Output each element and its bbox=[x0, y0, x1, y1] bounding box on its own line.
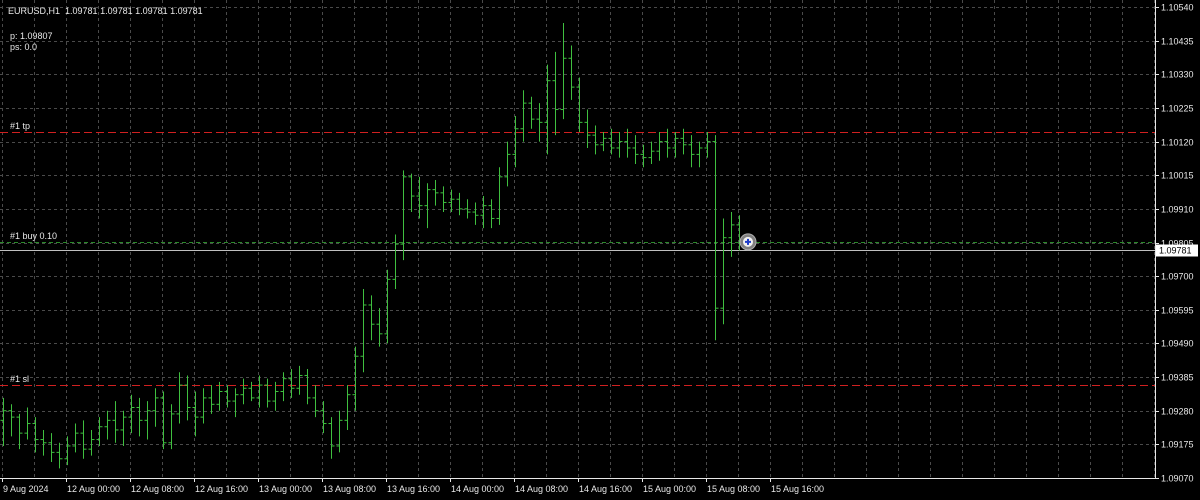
symbol-ohlc-header: EURUSD,H1 1.09781 1.09781 1.09781 1.0978… bbox=[8, 6, 203, 16]
buy-level-label: #1 buy 0.10 bbox=[10, 230, 58, 241]
price-tick-label: 1.10120 bbox=[1161, 138, 1194, 148]
time-tick-label: 15 Aug 16:00 bbox=[771, 484, 824, 494]
current-price-label: 1.09781 bbox=[1159, 246, 1192, 256]
price-tick-label: 1.09910 bbox=[1161, 205, 1194, 215]
time-tick-label: 14 Aug 08:00 bbox=[515, 484, 568, 494]
time-tick-label: 14 Aug 00:00 bbox=[451, 484, 504, 494]
time-tick-label: 14 Aug 16:00 bbox=[579, 484, 632, 494]
time-tick-label: 13 Aug 00:00 bbox=[259, 484, 312, 494]
time-tick-label: 12 Aug 08:00 bbox=[131, 484, 184, 494]
info-p: p: 1.09807 bbox=[10, 31, 53, 41]
price-tick-label: 1.09490 bbox=[1161, 339, 1194, 349]
price-tick-label: 1.09700 bbox=[1161, 272, 1194, 282]
time-tick-label: 15 Aug 00:00 bbox=[643, 484, 696, 494]
price-tick-label: 1.10330 bbox=[1161, 70, 1194, 80]
tp-level-label: #1 tp bbox=[10, 120, 31, 131]
price-tick-label: 1.10540 bbox=[1161, 3, 1194, 13]
time-tick-label: 9 Aug 2024 bbox=[3, 484, 49, 494]
price-tick-label: 1.09280 bbox=[1161, 407, 1194, 417]
time-tick-label: 13 Aug 08:00 bbox=[323, 484, 376, 494]
ohlc-values: 1.09781 1.09781 1.09781 1.09781 bbox=[65, 6, 203, 16]
price-tick-label: 1.10435 bbox=[1161, 37, 1194, 47]
time-tick-label: 12 Aug 16:00 bbox=[195, 484, 248, 494]
time-tick-label: 13 Aug 16:00 bbox=[387, 484, 440, 494]
price-chart[interactable]: 1.10540 1.10435 1.10330 1.10225 1.10120 1.100… bbox=[0, 0, 1200, 500]
time-tick-label: 12 Aug 00:00 bbox=[67, 484, 120, 494]
price-tick-label: 1.09070 bbox=[1161, 474, 1194, 484]
symbol-timeframe: EURUSD,H1 bbox=[8, 6, 61, 16]
time-tick-label: 15 Aug 08:00 bbox=[707, 484, 760, 494]
price-tick-label: 1.10015 bbox=[1161, 171, 1194, 181]
price-tick-label: 1.09175 bbox=[1161, 440, 1194, 450]
price-tick-label: 1.10225 bbox=[1161, 104, 1194, 114]
info-ps: ps: 0.0 bbox=[10, 42, 38, 52]
price-tick-label: 1.09595 bbox=[1161, 306, 1194, 316]
entry-marker[interactable] bbox=[739, 233, 757, 251]
sl-level-label: #1 sl bbox=[10, 373, 30, 384]
price-tick-label: 1.09385 bbox=[1161, 373, 1194, 383]
